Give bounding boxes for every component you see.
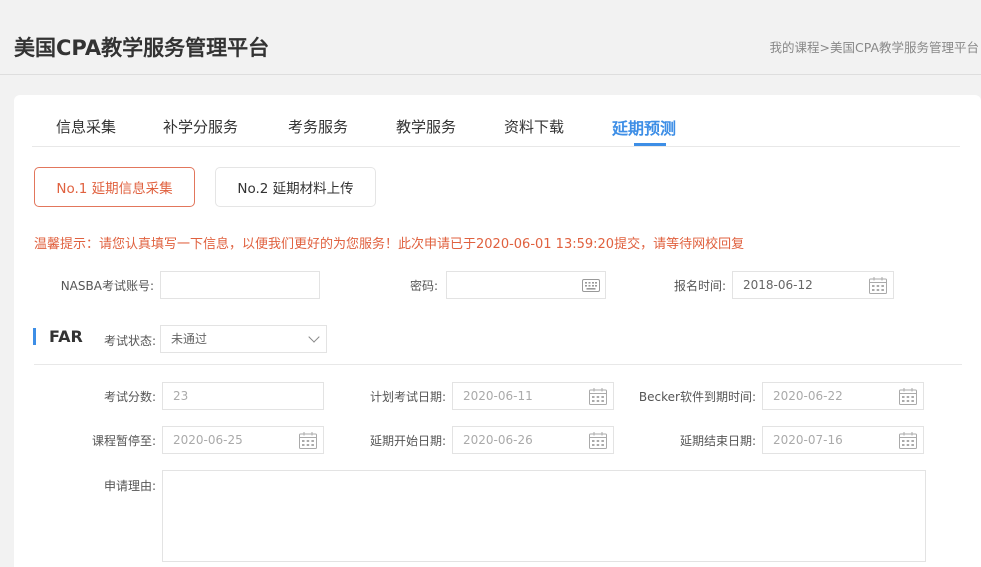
delay-end-label: 延期结束日期: bbox=[679, 434, 756, 448]
exam-status-select[interactable]: 未通过 bbox=[160, 325, 327, 353]
page-header: 美国CPA教学服务管理平台 我的课程>美国CPA教学服务管理平台 bbox=[0, 0, 981, 75]
planned-exam-date-input[interactable]: 2020-06-11 bbox=[452, 382, 614, 410]
course-pause-input[interactable]: 2020-06-25 bbox=[162, 426, 324, 454]
tab-info-collection[interactable]: 信息采集 bbox=[56, 116, 116, 137]
apply-reason-label: 申请理由: bbox=[103, 479, 156, 493]
calendar-icon[interactable] bbox=[869, 277, 887, 294]
step-2-button[interactable]: No.2 延期材料上传 bbox=[215, 167, 376, 207]
tab-exam-service[interactable]: 考务服务 bbox=[288, 116, 348, 137]
becker-expiry-input[interactable]: 2020-06-22 bbox=[762, 382, 924, 410]
page-title: 美国CPA教学服务管理平台 bbox=[14, 36, 270, 60]
chevron-down-icon bbox=[308, 331, 320, 343]
keyboard-icon[interactable] bbox=[582, 279, 600, 292]
course-pause-label: 课程暂停至: bbox=[91, 434, 156, 448]
section-title-far: FAR bbox=[49, 327, 83, 346]
planned-exam-date-label: 计划考试日期: bbox=[369, 390, 446, 404]
nasba-account-label: NASBA考试账号: bbox=[60, 279, 154, 293]
step-1-button[interactable]: No.1 延期信息采集 bbox=[34, 167, 195, 207]
tab-bar: 信息采集 补学分服务 考务服务 教学服务 资料下载 延期预测 bbox=[32, 95, 960, 147]
breadcrumb[interactable]: 我的课程>美国CPA教学服务管理平台 bbox=[770, 37, 980, 56]
tab-downloads[interactable]: 资料下载 bbox=[504, 116, 564, 137]
password-input[interactable] bbox=[446, 271, 606, 299]
section-divider bbox=[34, 364, 962, 365]
signup-time-label: 报名时间: bbox=[673, 279, 726, 293]
calendar-icon[interactable] bbox=[899, 432, 917, 449]
signup-time-input[interactable]: 2018-06-12 bbox=[732, 271, 894, 299]
delay-start-label: 延期开始日期: bbox=[369, 434, 446, 448]
delay-start-input[interactable]: 2020-06-26 bbox=[452, 426, 614, 454]
calendar-icon[interactable] bbox=[899, 388, 917, 405]
apply-reason-textarea[interactable] bbox=[162, 470, 926, 562]
password-label: 密码: bbox=[409, 279, 438, 293]
active-tab-underline bbox=[634, 143, 666, 146]
calendar-icon[interactable] bbox=[299, 432, 317, 449]
calendar-icon[interactable] bbox=[589, 432, 607, 449]
section-accent-bar bbox=[33, 328, 36, 345]
exam-status-label: 考试状态: bbox=[103, 334, 156, 348]
tab-delay-prediction[interactable]: 延期预测 bbox=[612, 115, 676, 139]
calendar-icon[interactable] bbox=[589, 388, 607, 405]
becker-expiry-label: Becker软件到期时间: bbox=[638, 390, 756, 404]
notice-text: 温馨提示：请您认真填写一下信息，以便我们更好的为您服务！此次申请已于2020-0… bbox=[34, 237, 745, 252]
nasba-account-input[interactable] bbox=[160, 271, 320, 299]
delay-end-input[interactable]: 2020-07-16 bbox=[762, 426, 924, 454]
exam-score-input[interactable]: 23 bbox=[162, 382, 324, 410]
tab-credit-service[interactable]: 补学分服务 bbox=[163, 116, 238, 137]
tab-teaching-service[interactable]: 教学服务 bbox=[396, 116, 456, 137]
main-card: 信息采集 补学分服务 考务服务 教学服务 资料下载 延期预测 No.1 延期信息… bbox=[14, 95, 981, 567]
exam-score-label: 考试分数: bbox=[103, 390, 156, 404]
